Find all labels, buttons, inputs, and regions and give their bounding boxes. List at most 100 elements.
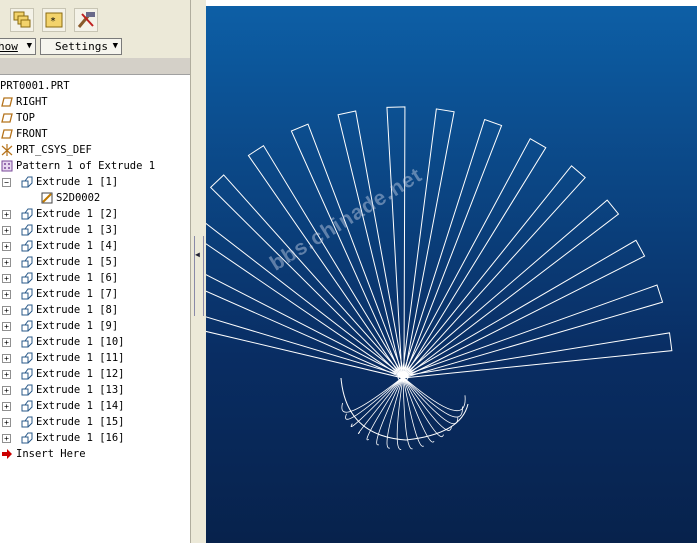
- tree-item-label: Extrude 1 [2]: [36, 208, 119, 220]
- tree-item-extrude[interactable]: + Extrude 1 [2]: [0, 206, 190, 222]
- datum-plane-icon: [1, 112, 13, 124]
- extrude-icon: [21, 256, 33, 268]
- fan-blade: [401, 108, 455, 378]
- tree-item-label: Extrude 1 [1]: [36, 176, 119, 188]
- datum-plane-icon: [1, 96, 13, 108]
- tree-item-label: Extrude 1 [16]: [36, 432, 125, 444]
- tree-item-extrude[interactable]: + Extrude 1 [14]: [0, 398, 190, 414]
- expand-icon[interactable]: +: [2, 322, 11, 331]
- model-tree-toolbar: *: [0, 0, 192, 36]
- tree-item-extrude[interactable]: + Extrude 1 [4]: [0, 238, 190, 254]
- tree-item-csys[interactable]: PRT_CSYS_DEF: [0, 142, 190, 158]
- tree-item-label: Extrude 1 [4]: [36, 240, 119, 252]
- svg-text:*: *: [50, 16, 56, 27]
- tree-item-label: Extrude 1 [6]: [36, 272, 119, 284]
- tree-item-label: Extrude 1 [7]: [36, 288, 119, 300]
- extrude-icon: [21, 416, 33, 428]
- tree-item-label: Extrude 1 [9]: [36, 320, 119, 332]
- expand-icon[interactable]: +: [2, 354, 11, 363]
- sketch-icon: [41, 192, 53, 204]
- tree-item-extrude[interactable]: + Extrude 1 [8]: [0, 302, 190, 318]
- pattern-icon: [1, 160, 13, 172]
- fan-blade: [206, 316, 404, 379]
- tree-item-extrude[interactable]: + Extrude 1 [7]: [0, 286, 190, 302]
- expand-icon[interactable]: +: [2, 402, 11, 411]
- extrude-icon: [21, 384, 33, 396]
- collapse-icon[interactable]: −: [2, 178, 11, 187]
- hammer-wrench-icon: [77, 12, 95, 28]
- expand-icon[interactable]: +: [2, 274, 11, 283]
- tree-item-extrude[interactable]: + Extrude 1 [11]: [0, 350, 190, 366]
- extrude-icon: [21, 432, 33, 444]
- fan-blade-tail: [358, 376, 404, 434]
- tree-item-extrude[interactable]: + Extrude 1 [12]: [0, 366, 190, 382]
- tree-item-label: S2D0002: [56, 192, 101, 204]
- splitter-grip[interactable]: [194, 236, 204, 316]
- show-layers-button[interactable]: [10, 8, 34, 32]
- chevron-down-icon: ▼: [112, 41, 118, 51]
- tree-item-pattern[interactable]: Pattern 1 of Extrude 1: [0, 158, 190, 174]
- folder-star-icon: *: [45, 12, 63, 28]
- extrude-icon: [21, 288, 33, 300]
- expand-icon[interactable]: +: [2, 258, 11, 267]
- tree-item-label: Extrude 1 [11]: [36, 352, 125, 364]
- extrude-icon: [21, 208, 33, 220]
- settings-menu-label: Settings: [55, 40, 108, 53]
- panel-splitter[interactable]: ◀: [190, 0, 207, 543]
- folder-browser-button[interactable]: *: [42, 8, 66, 32]
- tree-item-top[interactable]: TOP: [0, 110, 190, 126]
- model-tree-menubar: how ▼ Settings ▼: [0, 36, 192, 58]
- tree-item-sketch[interactable]: S2D0002: [0, 190, 190, 206]
- extrude-icon: [21, 400, 33, 412]
- fan-blade: [401, 165, 586, 379]
- fan-blade: [401, 137, 547, 379]
- expand-icon[interactable]: +: [2, 290, 11, 299]
- tree-item-extrude[interactable]: + Extrude 1 [9]: [0, 318, 190, 334]
- chevron-left-icon[interactable]: ◀: [195, 250, 200, 259]
- tree-item-extrude[interactable]: + Extrude 1 [6]: [0, 270, 190, 286]
- expand-icon[interactable]: +: [2, 338, 11, 347]
- tree-item-extrude[interactable]: + Extrude 1 [13]: [0, 382, 190, 398]
- expand-icon[interactable]: +: [2, 434, 11, 443]
- tree-item-label: Extrude 1 [8]: [36, 304, 119, 316]
- fan-blade: [386, 106, 406, 378]
- expand-icon[interactable]: +: [2, 242, 11, 251]
- extrude-icon: [21, 320, 33, 332]
- tree-item-extrude[interactable]: + Extrude 1 [10]: [0, 334, 190, 350]
- fan-blade-tail: [402, 376, 463, 418]
- extrude-icon: [21, 368, 33, 380]
- tools-button[interactable]: [74, 8, 98, 32]
- fan-blade-tail: [402, 376, 435, 443]
- graphics-viewport[interactable]: bbs.chinade.net: [206, 6, 697, 543]
- tree-item-front[interactable]: FRONT: [0, 126, 190, 142]
- tree-item-right[interactable]: RIGHT: [0, 94, 190, 110]
- settings-menu-button[interactable]: Settings ▼: [40, 38, 122, 55]
- tree-item-extrude[interactable]: + Extrude 1 [5]: [0, 254, 190, 270]
- tree-item-label: Extrude 1 [12]: [36, 368, 125, 380]
- tree-item-label: Insert Here: [16, 448, 86, 460]
- tree-column-header[interactable]: [0, 58, 190, 75]
- tree-item-root[interactable]: PRT0001.PRT: [0, 78, 190, 94]
- expand-icon[interactable]: +: [2, 386, 11, 395]
- tree-item-extrude[interactable]: − Extrude 1 [1]: [0, 174, 190, 190]
- fan-blade-tail: [402, 376, 413, 450]
- tree-item-insert-here[interactable]: Insert Here: [0, 446, 190, 462]
- layers-icon: [13, 11, 31, 28]
- expand-icon[interactable]: +: [2, 226, 11, 235]
- tree-item-label: Extrude 1 [5]: [36, 256, 119, 268]
- tree-item-label: Pattern 1 of Extrude 1: [16, 160, 156, 172]
- extrude-icon: [21, 352, 33, 364]
- tree-item-extrude[interactable]: + Extrude 1 [16]: [0, 430, 190, 446]
- expand-icon[interactable]: +: [2, 306, 11, 315]
- tree-item-label: TOP: [16, 112, 35, 124]
- extrude-icon: [21, 304, 33, 316]
- expand-icon[interactable]: +: [2, 370, 11, 379]
- tree-item-label: Extrude 1 [14]: [36, 400, 125, 412]
- tree-item-label: PRT_CSYS_DEF: [16, 144, 92, 156]
- expand-icon[interactable]: +: [2, 418, 11, 427]
- tree-item-extrude[interactable]: + Extrude 1 [15]: [0, 414, 190, 430]
- show-menu-button[interactable]: how ▼: [0, 38, 36, 55]
- tree-item-extrude[interactable]: + Extrude 1 [3]: [0, 222, 190, 238]
- expand-icon[interactable]: +: [2, 210, 11, 219]
- tree-item-label: PRT0001.PRT: [0, 80, 70, 92]
